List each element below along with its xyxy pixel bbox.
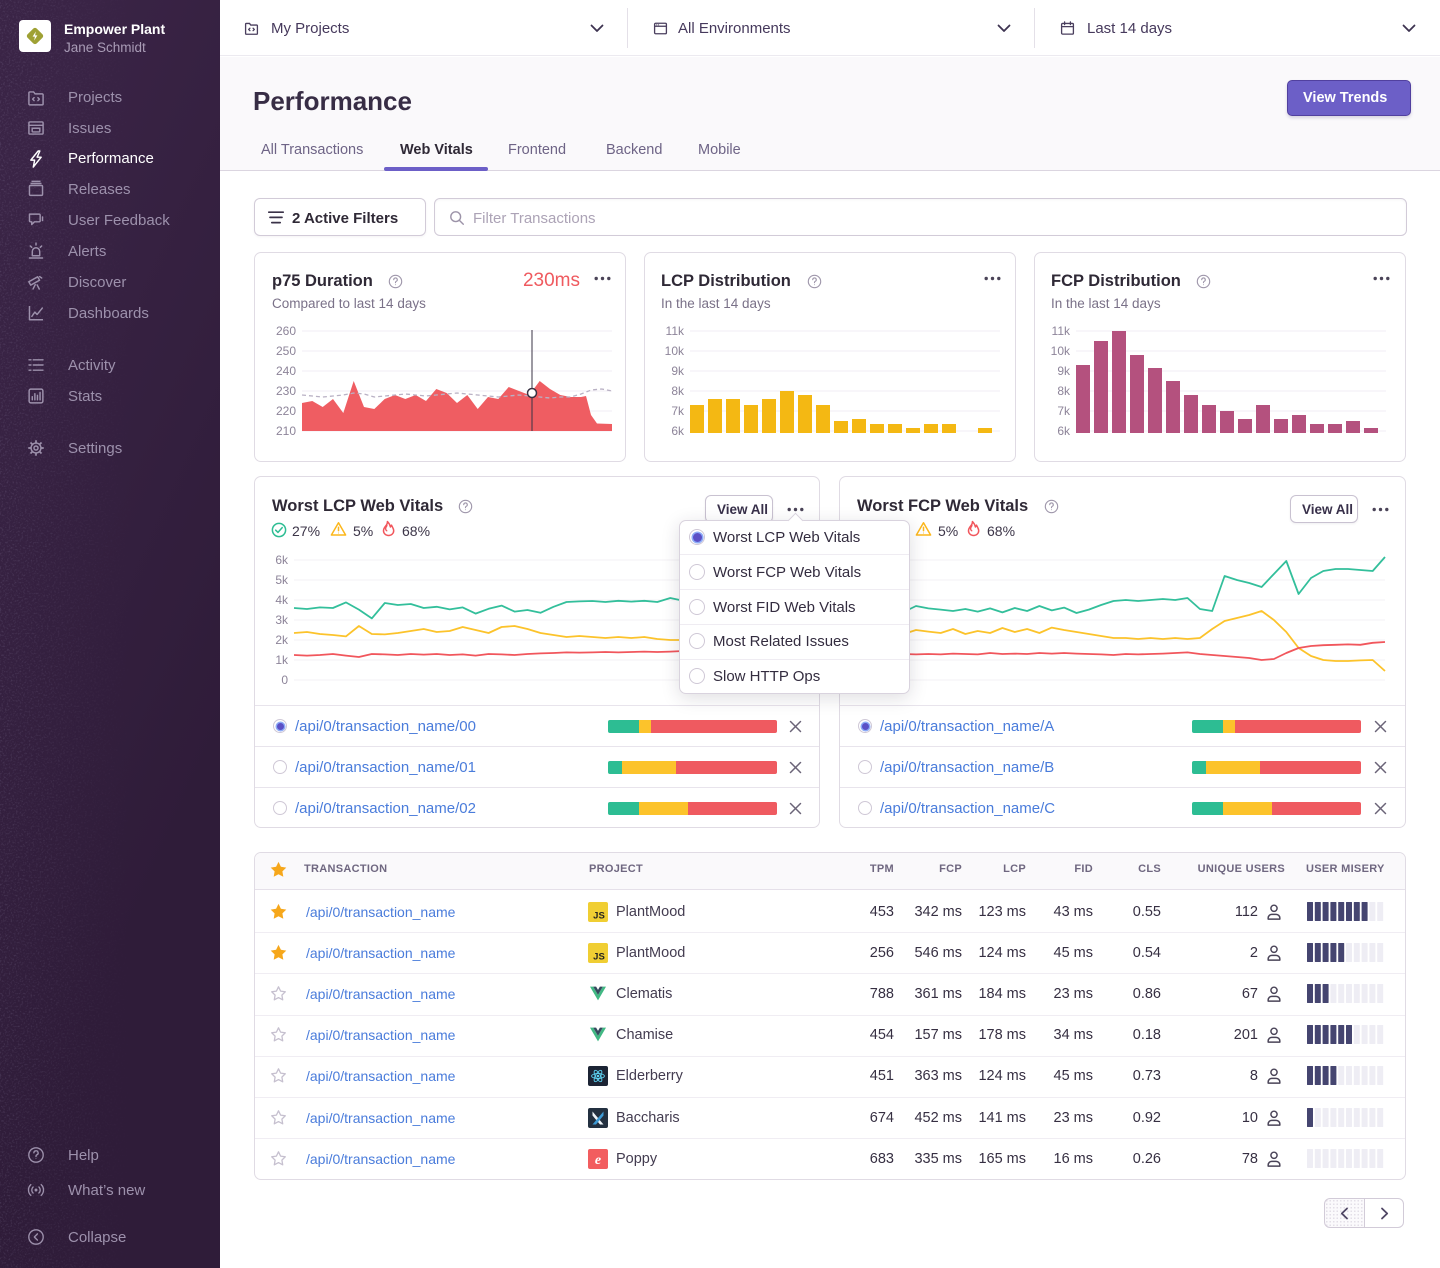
svg-text:e: e xyxy=(595,1153,601,1168)
svg-text:JS: JS xyxy=(593,911,605,922)
svg-text:JS: JS xyxy=(593,952,605,963)
